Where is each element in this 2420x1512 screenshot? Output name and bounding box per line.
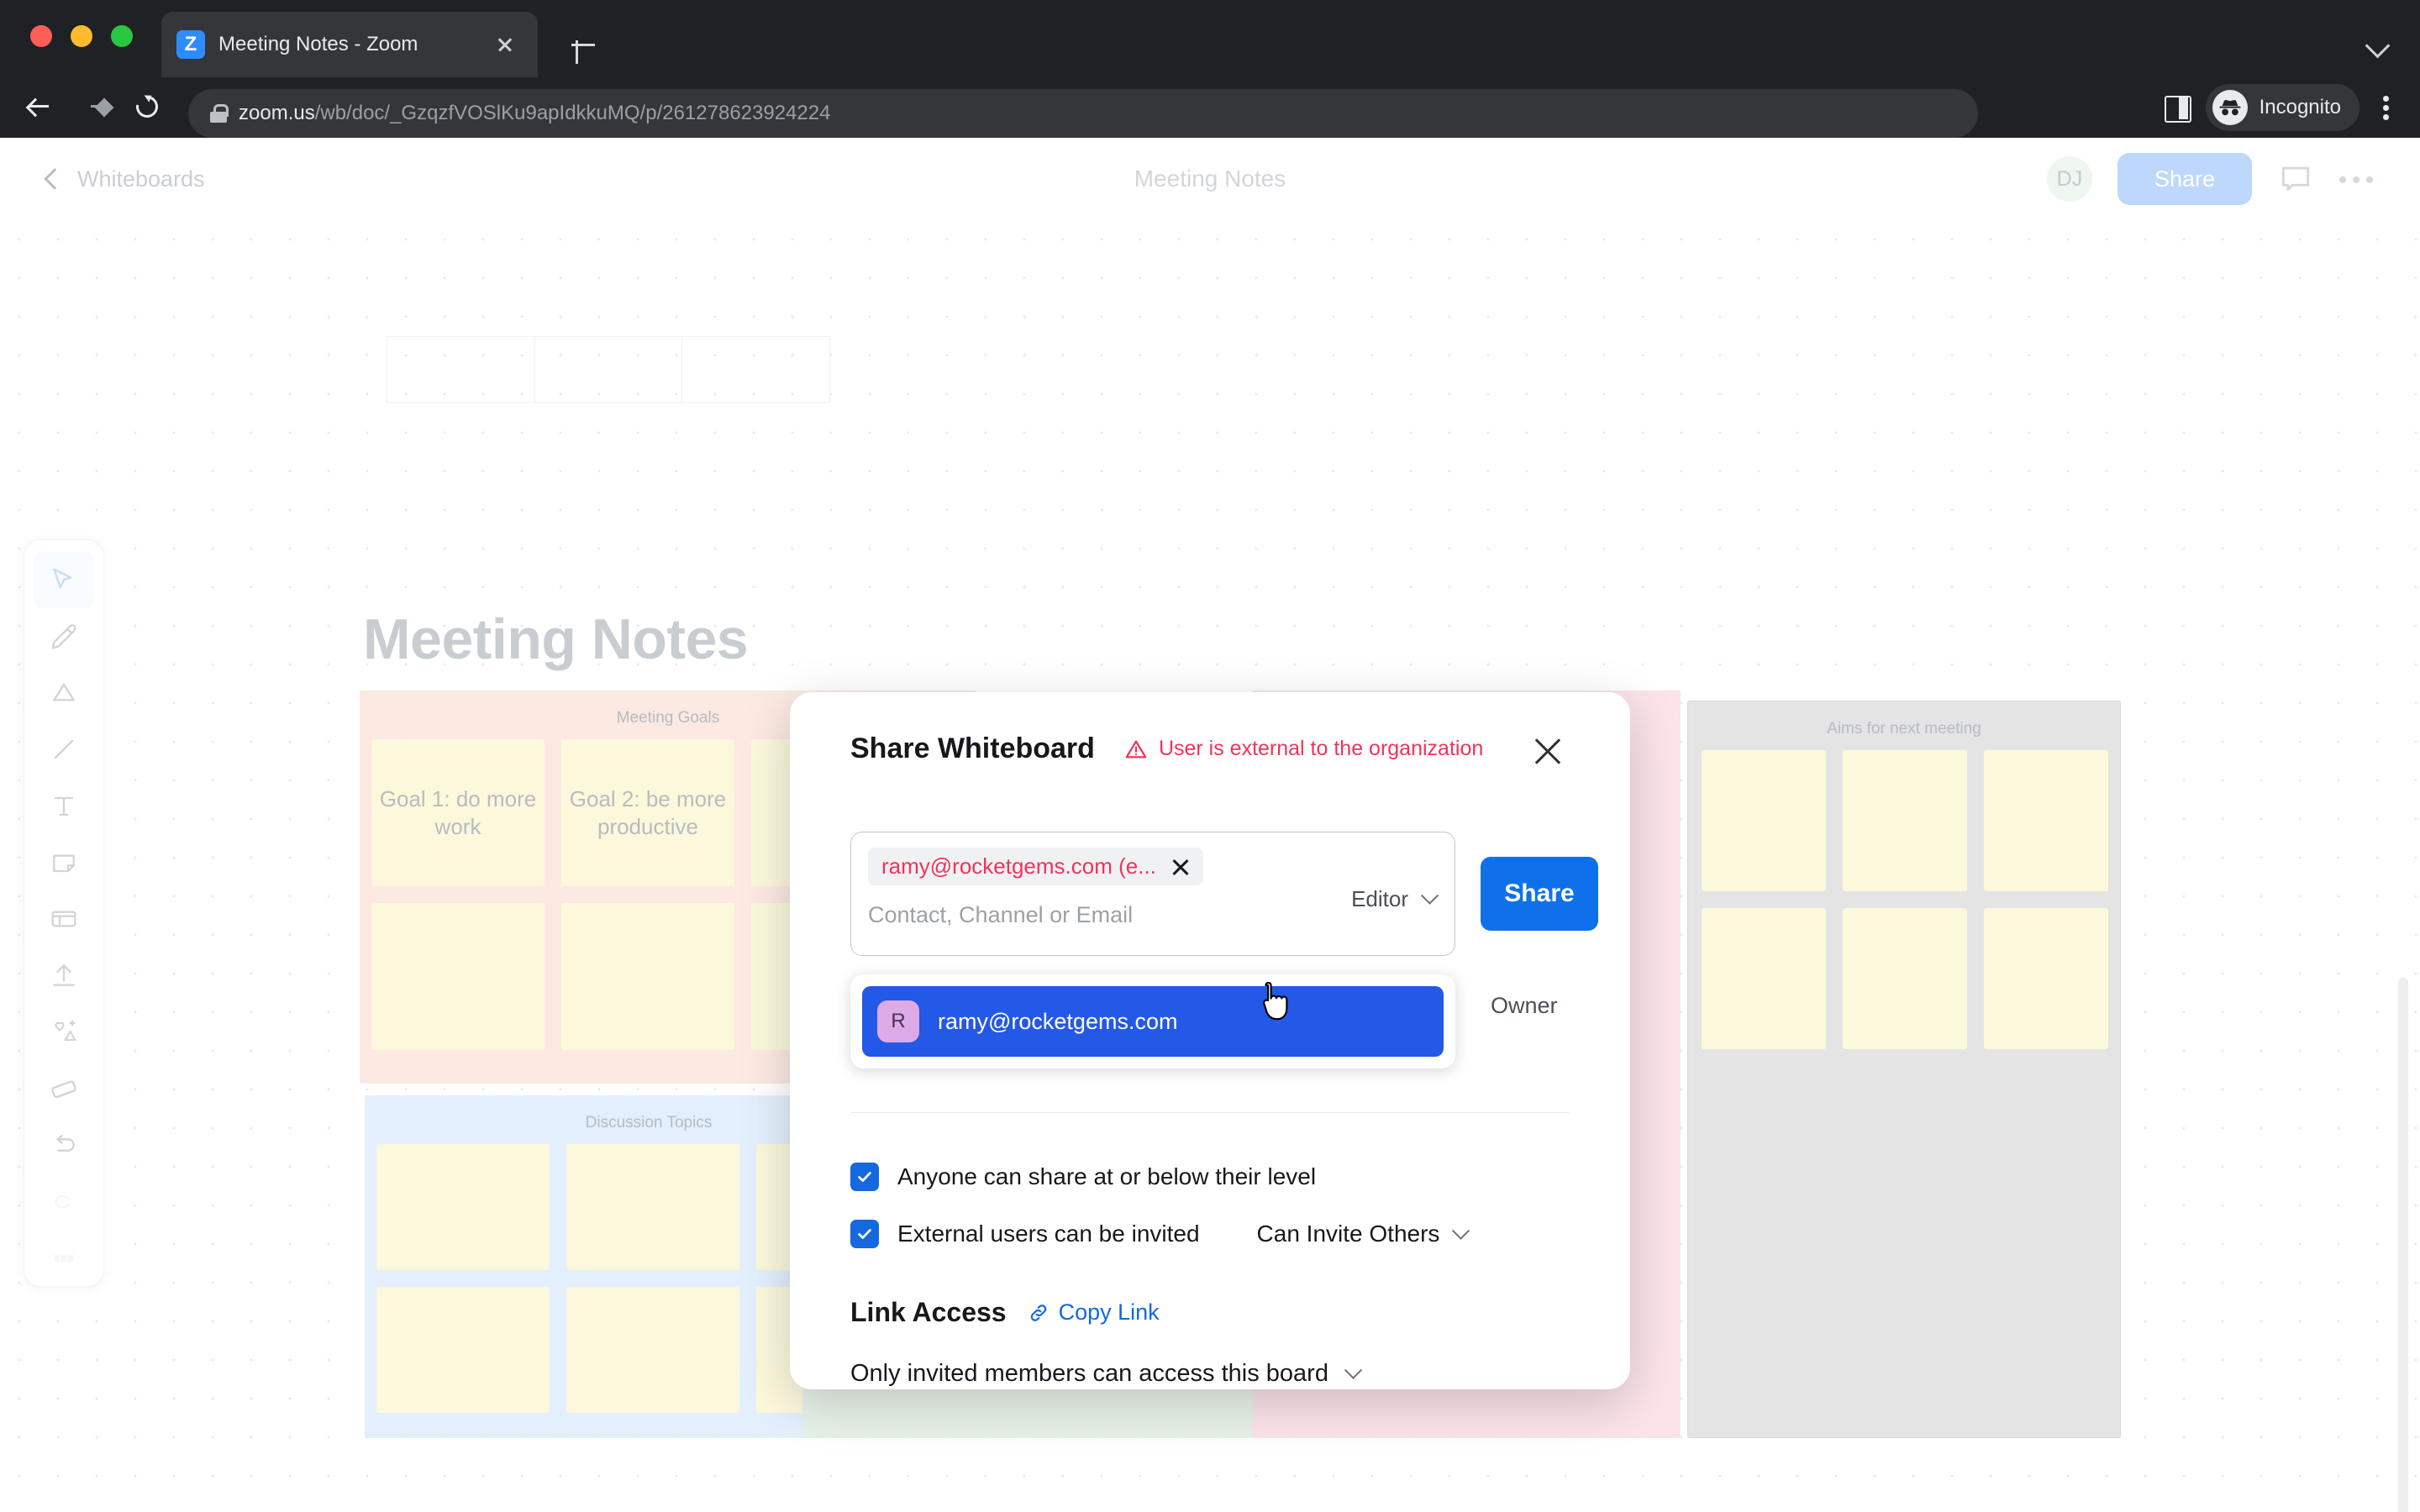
incognito-icon bbox=[2212, 90, 2248, 125]
back-button[interactable] bbox=[15, 84, 62, 131]
link-access-option-label: Only invited members can access this boa… bbox=[850, 1360, 1328, 1387]
chevron-down-icon[interactable] bbox=[2361, 27, 2395, 60]
whiteboard-canvas[interactable]: Meeting Notes Meeting Goals Goal 1: do m… bbox=[0, 220, 2420, 1512]
recipient-chip[interactable]: ramy@rocketgems.com (e... bbox=[868, 848, 1203, 885]
lock-icon bbox=[210, 104, 229, 123]
address-bar[interactable]: zoom.us/wb/doc/_GzqzfVOSlKu9apIdkkuMQ/p/… bbox=[188, 89, 1978, 138]
checkbox-row-anyone-can-share[interactable]: Anyone can share at or below their level bbox=[850, 1163, 1316, 1191]
copy-link-label: Copy Link bbox=[1058, 1299, 1160, 1325]
divider bbox=[850, 1112, 1570, 1113]
reload-button[interactable] bbox=[124, 84, 171, 131]
share-whiteboard-dialog: Share Whiteboard User is external to the… bbox=[790, 692, 1630, 1389]
chip-remove-icon[interactable] bbox=[1170, 856, 1192, 878]
role-dropdown[interactable]: Editor bbox=[1351, 886, 1439, 912]
suggestion-role-label: Owner bbox=[1491, 993, 1558, 1018]
three-dot-more-icon[interactable] bbox=[2339, 166, 2381, 192]
dialog-title: Share Whiteboard bbox=[850, 732, 1095, 764]
checkbox-label: Anyone can share at or below their level bbox=[897, 1163, 1317, 1189]
role-dropdown-label: Editor bbox=[1351, 886, 1408, 911]
app-header-actions: DJ Share bbox=[2046, 153, 2381, 205]
link-chain-icon bbox=[1030, 1304, 1046, 1321]
app-header: Whiteboards Meeting Notes DJ Share bbox=[0, 138, 2420, 220]
checkbox-external-users[interactable] bbox=[850, 1220, 879, 1248]
side-panel-icon[interactable] bbox=[2152, 84, 2199, 131]
three-dot-menu-icon[interactable] bbox=[2366, 84, 2407, 131]
suggestion-dropdown: R ramy@rocketgems.com bbox=[850, 974, 1455, 1068]
zoom-whiteboard-app: Whiteboards Meeting Notes DJ Share Meeti… bbox=[0, 138, 2420, 1512]
reload-icon bbox=[131, 91, 163, 123]
browser-tab-title: Meeting Notes - Zoom bbox=[218, 33, 418, 55]
profile-incognito-button[interactable]: Incognito bbox=[2205, 84, 2360, 131]
avatar[interactable]: DJ bbox=[2046, 156, 2092, 202]
share-button[interactable]: Share bbox=[2117, 153, 2252, 205]
copy-link-button[interactable]: Copy Link bbox=[1027, 1299, 1160, 1326]
checkbox-row-external-users[interactable]: External users can be invited Can Invite… bbox=[850, 1220, 1470, 1248]
warning-triangle-icon bbox=[1125, 740, 1147, 758]
comment-bubble-icon[interactable] bbox=[2277, 160, 2314, 197]
window-traffic-lights bbox=[30, 25, 133, 47]
new-tab-button[interactable] bbox=[565, 27, 602, 64]
external-invite-label: Can Invite Others bbox=[1256, 1221, 1440, 1247]
forward-button[interactable] bbox=[77, 84, 124, 131]
checkbox-label: External users can be invited bbox=[897, 1221, 1200, 1247]
zoom-favicon: Z bbox=[176, 30, 205, 59]
external-invite-dropdown[interactable]: Can Invite Others bbox=[1256, 1221, 1470, 1247]
modal-overlay: Share Whiteboard User is external to the… bbox=[0, 220, 2420, 1512]
invite-row: ramy@rocketgems.com (e... Contact, Chann… bbox=[850, 832, 1598, 956]
recipient-chip-label: ramy@rocketgems.com (e... bbox=[881, 853, 1156, 879]
chevron-down-icon bbox=[1452, 1221, 1470, 1240]
browser-chrome: Z Meeting Notes - Zoom zoom.us/wb/doc/_G… bbox=[0, 0, 2420, 138]
profile-label: Incognito bbox=[2259, 96, 2341, 118]
forward-arrow-icon bbox=[91, 97, 111, 118]
recipient-input-box[interactable]: ramy@rocketgems.com (e... Contact, Chann… bbox=[850, 832, 1455, 956]
back-arrow-icon bbox=[29, 97, 49, 118]
link-access-title: Link Access bbox=[850, 1297, 1007, 1327]
window-maximize-button[interactable] bbox=[111, 25, 133, 47]
browser-tab-active[interactable]: Z Meeting Notes - Zoom bbox=[161, 12, 538, 77]
suggestion-email: ramy@rocketgems.com bbox=[938, 1008, 1178, 1034]
chevron-down-icon bbox=[1420, 886, 1439, 905]
link-access-row: Link Access Copy Link bbox=[850, 1297, 1160, 1328]
chevron-down-icon bbox=[1344, 1361, 1363, 1379]
url-text: zoom.us/wb/doc/_GzqzfVOSlKu9apIdkkuMQ/p/… bbox=[239, 102, 831, 124]
checkbox-anyone-can-share[interactable] bbox=[850, 1163, 879, 1191]
share-submit-button[interactable]: Share bbox=[1481, 857, 1598, 931]
suggestion-item[interactable]: R ramy@rocketgems.com bbox=[862, 986, 1444, 1057]
close-icon[interactable] bbox=[1526, 729, 1570, 773]
warning-text: User is external to the organization bbox=[1158, 737, 1484, 760]
browser-toolbar: zoom.us/wb/doc/_GzqzfVOSlKu9apIdkkuMQ/p/… bbox=[0, 77, 2420, 138]
mouse-cursor bbox=[1263, 981, 1288, 1021]
browser-tab-strip: Z Meeting Notes - Zoom bbox=[0, 0, 2420, 77]
window-minimize-button[interactable] bbox=[71, 25, 92, 47]
avatar: R bbox=[877, 1000, 919, 1042]
window-close-button[interactable] bbox=[30, 25, 52, 47]
close-icon[interactable] bbox=[487, 27, 523, 62]
link-access-dropdown[interactable]: Only invited members can access this boa… bbox=[850, 1360, 1363, 1388]
external-user-warning: User is external to the organization bbox=[1123, 737, 1483, 762]
dialog-header: Share Whiteboard User is external to the… bbox=[850, 732, 1570, 765]
browser-toolbar-right: Incognito bbox=[2152, 84, 2407, 131]
